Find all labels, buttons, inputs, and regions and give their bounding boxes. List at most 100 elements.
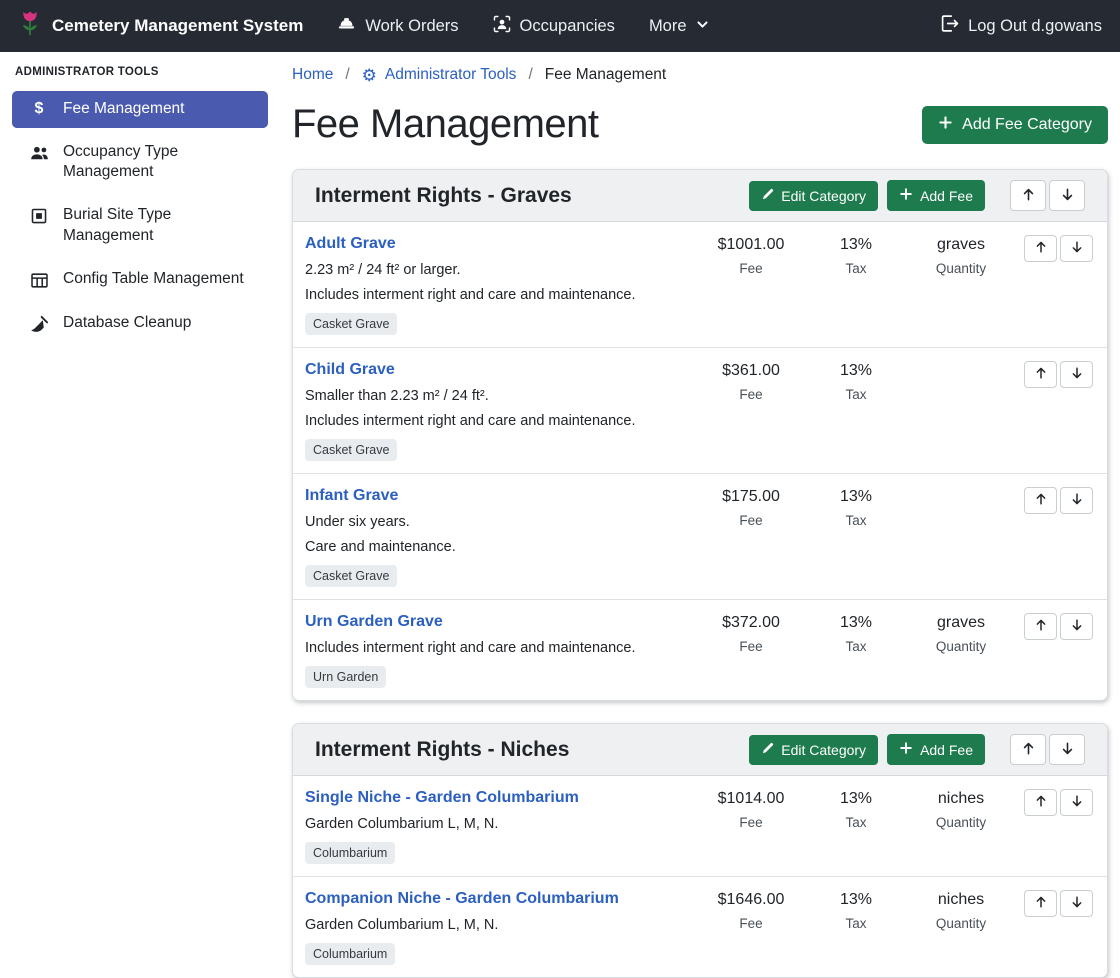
top-navbar: Cemetery Management System Work Orders xyxy=(0,0,1120,52)
move-fee-down-button[interactable] xyxy=(1060,890,1093,917)
move-fee-up-button[interactable] xyxy=(1024,890,1057,917)
move-fee-up-button[interactable] xyxy=(1024,487,1057,514)
breadcrumb-separator: / xyxy=(528,66,532,84)
arrow-down-icon xyxy=(1070,240,1084,257)
gear-icon: ⚙ xyxy=(362,67,377,84)
arrow-up-icon xyxy=(1034,366,1048,383)
fee-tag: Columbarium xyxy=(305,943,395,965)
fee-reorder-controls xyxy=(1024,487,1093,514)
fee-tag: Columbarium xyxy=(305,842,395,864)
nav-occupancies-label: Occupancies xyxy=(520,17,615,36)
move-fee-down-button[interactable] xyxy=(1060,235,1093,262)
fee-row: Infant Grave Under six years. Care and m… xyxy=(293,474,1107,600)
fee-tag: Casket Grave xyxy=(305,439,397,461)
nav-occupancies[interactable]: Occupancies xyxy=(493,15,615,38)
category-header: Interment Rights - Niches Edit Category … xyxy=(293,724,1107,776)
fee-name-link[interactable]: Infant Grave xyxy=(305,487,398,505)
category-header: Interment Rights - Graves Edit Category … xyxy=(293,170,1107,222)
move-fee-down-button[interactable] xyxy=(1060,789,1093,816)
arrow-down-icon xyxy=(1070,618,1084,635)
category-reorder-controls xyxy=(1010,734,1085,765)
brand[interactable]: Cemetery Management System xyxy=(18,10,303,42)
fee-description: Care and maintenance. xyxy=(305,539,688,555)
plus-icon xyxy=(938,115,953,135)
edit-category-button[interactable]: Edit Category xyxy=(749,735,878,765)
fee-reorder-controls xyxy=(1024,613,1093,640)
sidebar-item-config-table-management[interactable]: Config Table Management xyxy=(12,261,268,299)
move-category-down-button[interactable] xyxy=(1049,180,1085,211)
fee-tag: Casket Grave xyxy=(305,313,397,335)
add-fee-button[interactable]: Add Fee xyxy=(887,734,985,765)
fee-name-link[interactable]: Adult Grave xyxy=(305,235,396,253)
fee-name-link[interactable]: Single Niche - Garden Columbarium xyxy=(305,789,579,807)
pencil-icon xyxy=(761,742,774,758)
add-fee-button[interactable]: Add Fee xyxy=(887,180,985,211)
fee-row: Urn Garden Grave Includes interment righ… xyxy=(293,600,1107,700)
arrow-down-icon xyxy=(1070,794,1084,811)
fee-quantity: niches Quantity xyxy=(906,890,1016,931)
fee-tax: 13% Tax xyxy=(806,789,906,830)
fee-amount: $1001.00 Fee xyxy=(696,235,806,276)
move-fee-up-button[interactable] xyxy=(1024,235,1057,262)
fee-tax: 13% Tax xyxy=(806,235,906,276)
fee-row: Single Niche - Garden Columbarium Garden… xyxy=(293,776,1107,877)
add-fee-category-label: Add Fee Category xyxy=(962,116,1092,134)
fee-description: Garden Columbarium L, M, N. xyxy=(305,816,688,832)
fee-quantity-empty xyxy=(906,361,1016,362)
sidebar: ADMINISTRATOR TOOLS $ Fee Management Occ… xyxy=(0,52,280,349)
move-fee-down-button[interactable] xyxy=(1060,613,1093,640)
category-title: Interment Rights - Niches xyxy=(315,738,569,762)
nav-work-orders-label: Work Orders xyxy=(365,17,458,36)
category-title: Interment Rights - Graves xyxy=(315,184,572,208)
logout-icon xyxy=(940,14,959,38)
add-fee-label: Add Fee xyxy=(920,188,973,204)
fee-description: Smaller than 2.23 m² / 24 ft². xyxy=(305,388,688,404)
logout-link[interactable]: Log Out d.gowans xyxy=(940,14,1102,38)
fee-description: 2.23 m² / 24 ft² or larger. xyxy=(305,262,688,278)
move-category-down-button[interactable] xyxy=(1049,734,1085,765)
fee-reorder-controls xyxy=(1024,789,1093,816)
breadcrumb-separator: / xyxy=(345,66,349,84)
nav-more[interactable]: More xyxy=(649,17,709,36)
arrow-up-icon xyxy=(1034,240,1048,257)
edit-category-label: Edit Category xyxy=(781,742,866,758)
dollar-icon: $ xyxy=(29,101,49,117)
move-category-up-button[interactable] xyxy=(1010,734,1046,765)
chevron-down-icon xyxy=(696,17,709,36)
move-category-up-button[interactable] xyxy=(1010,180,1046,211)
hard-hat-icon xyxy=(337,14,356,38)
category-actions: Edit Category Add Fee xyxy=(749,180,1085,211)
move-fee-down-button[interactable] xyxy=(1060,361,1093,388)
fee-name-link[interactable]: Child Grave xyxy=(305,361,395,379)
sidebar-item-label: Burial Site Type Management xyxy=(63,205,253,245)
sidebar-item-label: Database Cleanup xyxy=(63,313,191,333)
fee-description: Includes interment right and care and ma… xyxy=(305,287,688,303)
fee-tax: 13% Tax xyxy=(806,487,906,528)
move-fee-up-button[interactable] xyxy=(1024,613,1057,640)
sidebar-item-occupancy-type-management[interactable]: Occupancy Type Management xyxy=(12,134,268,191)
sidebar-item-fee-management[interactable]: $ Fee Management xyxy=(12,91,268,128)
fee-amount: $175.00 Fee xyxy=(696,487,806,528)
move-fee-down-button[interactable] xyxy=(1060,487,1093,514)
add-fee-category-button[interactable]: Add Fee Category xyxy=(922,106,1108,144)
breadcrumb-home[interactable]: Home xyxy=(292,66,333,84)
plus-icon xyxy=(899,741,913,758)
breadcrumb-administrator-tools[interactable]: ⚙ Administrator Tools xyxy=(362,66,517,84)
category-card-graves: Interment Rights - Graves Edit Category … xyxy=(292,169,1108,701)
table-icon xyxy=(29,271,49,290)
category-actions: Edit Category Add Fee xyxy=(749,734,1085,765)
fee-name-link[interactable]: Companion Niche - Garden Columbarium xyxy=(305,890,619,908)
arrow-down-icon xyxy=(1070,492,1084,509)
fee-name-link[interactable]: Urn Garden Grave xyxy=(305,613,443,631)
fee-row: Adult Grave 2.23 m² / 24 ft² or larger. … xyxy=(293,222,1107,348)
nav-work-orders[interactable]: Work Orders xyxy=(337,14,458,38)
move-fee-up-button[interactable] xyxy=(1024,361,1057,388)
arrow-down-icon xyxy=(1070,895,1084,912)
sidebar-item-burial-site-type-management[interactable]: Burial Site Type Management xyxy=(12,197,268,254)
move-fee-up-button[interactable] xyxy=(1024,789,1057,816)
sidebar-item-database-cleanup[interactable]: Database Cleanup xyxy=(12,305,268,343)
edit-category-button[interactable]: Edit Category xyxy=(749,181,878,211)
arrow-up-icon xyxy=(1034,492,1048,509)
plus-icon xyxy=(899,187,913,204)
page-title: Fee Management xyxy=(292,102,599,147)
